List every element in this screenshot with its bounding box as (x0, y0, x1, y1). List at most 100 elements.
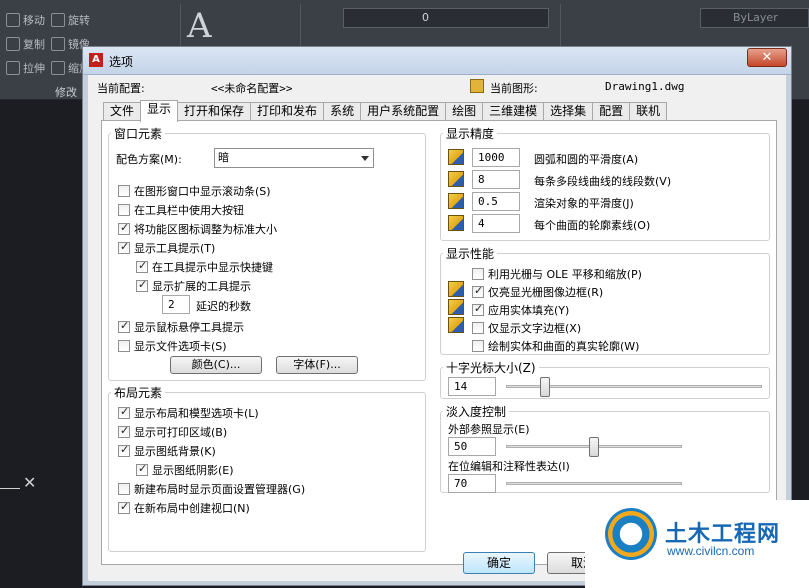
create-viewport-checkbox-row[interactable]: 在新布局中创建视口(N) (118, 500, 250, 516)
solid-fill-checkbox-row[interactable]: 应用实体填充(Y) (472, 302, 569, 318)
printable-area-checkbox[interactable] (118, 424, 130, 438)
raster-frame-checkbox[interactable] (472, 284, 484, 298)
move-button[interactable]: 移动 (6, 12, 45, 28)
paper-shadow-checkbox[interactable] (136, 462, 148, 476)
ok-button[interactable]: 确定 (463, 552, 535, 574)
tab-3d-modeling[interactable]: 三维建模 (482, 102, 545, 121)
raster-ole-checkbox-row[interactable]: 利用光栅与 OLE 平移和缩放(P) (472, 266, 642, 282)
arc-smoothness-input[interactable]: 1000 (472, 148, 520, 167)
current-drawing-label: 当前图形: (490, 82, 538, 95)
text-boundary-checkbox[interactable] (472, 322, 484, 334)
printable-area-checkbox-row[interactable]: 显示可打印区域(B) (118, 424, 227, 440)
xref-display-label: 外部参照显示(E) (448, 423, 530, 436)
copy-button[interactable]: 复制 (6, 36, 45, 52)
tab-online[interactable]: 联机 (629, 102, 668, 121)
display-tab-page: 窗口元素 配色方案(M): 暗 在图形窗口中显示滚动条(S) 在工具栏中使用大按… (101, 120, 777, 565)
delay-seconds-input[interactable]: 2 (162, 295, 190, 314)
resize-ribbon-icons-checkbox[interactable] (118, 221, 130, 235)
large-buttons-checkbox[interactable] (118, 204, 130, 216)
xref-fade-slider[interactable] (589, 437, 599, 457)
show-tooltips-checkbox[interactable] (118, 240, 130, 254)
dialog-title: 选项 (109, 55, 134, 69)
civilcn-logo-icon (605, 508, 657, 560)
crosshair-size-input[interactable]: 14 (448, 377, 496, 396)
contour-lines-input[interactable]: 4 (472, 214, 520, 233)
rotate-button[interactable]: 旋转 (51, 12, 90, 28)
text-boundary-checkbox-row[interactable]: 仅显示文字边框(X) (472, 320, 581, 336)
true-silhouettes-checkbox-row[interactable]: 绘制实体和曲面的真实轮廓(W) (472, 338, 639, 354)
color-scheme-select[interactable]: 暗 (214, 148, 374, 168)
stretch-icon (6, 61, 20, 75)
ribbon-row-1: 移动 旋转 (6, 12, 90, 28)
true-silhouettes-checkbox[interactable] (472, 340, 484, 352)
raster-ole-checkbox[interactable] (472, 268, 484, 280)
file-tabs-checkbox[interactable] (118, 340, 130, 352)
page-setup-manager-checkbox[interactable] (118, 483, 130, 495)
paper-background-checkbox-row[interactable]: 显示图纸背景(K) (118, 443, 216, 459)
tab-drafting[interactable]: 绘图 (445, 102, 484, 121)
rendered-smoothness-label: 渲染对象的平滑度(J) (534, 197, 634, 210)
solid-fill-checkbox[interactable] (472, 302, 484, 316)
inplace-edit-label: 在位编辑和注释性表达(I) (448, 460, 570, 473)
paper-background-checkbox[interactable] (118, 443, 130, 457)
text-tool-icon[interactable]: A (187, 6, 212, 46)
fonts-button[interactable]: 字体(F)... (276, 356, 358, 374)
tab-plot-publish[interactable]: 打印和发布 (250, 102, 325, 121)
extended-tooltips-checkbox-row[interactable]: 显示扩展的工具提示 (136, 278, 251, 294)
paper-shadow-checkbox-row[interactable]: 显示图纸阴影(E) (136, 462, 234, 478)
current-profile-label: 当前配置: (97, 82, 145, 95)
ribbon-row-2: 复制 镜像 (6, 36, 90, 52)
copy-icon (6, 37, 20, 51)
shortcut-keys-checkbox[interactable] (136, 259, 148, 273)
shortcut-keys-checkbox-row[interactable]: 在工具提示中显示快捷键 (136, 259, 273, 275)
colors-button[interactable]: 颜色(C)... (170, 356, 262, 374)
modify-panel-label: 修改 (55, 86, 77, 99)
tab-open-save[interactable]: 打开和保存 (177, 102, 252, 121)
display-resolution-legend: 显示精度 (446, 127, 495, 141)
tab-user-preferences[interactable]: 用户系统配置 (360, 102, 447, 121)
xref-display-input[interactable]: 50 (448, 437, 496, 456)
drawing-file-icon (470, 79, 484, 93)
layout-elements-legend: 布局元素 (114, 386, 163, 400)
crosshair-size-legend: 十字光标大小(Z) (446, 361, 536, 375)
file-tabs-checkbox-row[interactable]: 显示文件选项卡(S) (118, 338, 227, 354)
crosshair-size-slider[interactable] (540, 377, 551, 397)
rollover-tooltips-checkbox[interactable] (118, 319, 130, 333)
create-viewport-checkbox[interactable] (118, 500, 130, 514)
layer-dropdown[interactable]: 0 (343, 8, 549, 28)
autocad-logo-icon: A (89, 53, 103, 67)
layout-model-tabs-checkbox[interactable] (118, 405, 130, 419)
tab-profiles[interactable]: 配置 (592, 102, 631, 121)
tab-files[interactable]: 文件 (103, 102, 142, 121)
scrollbars-checkbox[interactable] (118, 185, 130, 197)
stretch-button[interactable]: 拉伸 (6, 60, 45, 76)
layout-model-tabs-checkbox-row[interactable]: 显示布局和模型选项卡(L) (118, 405, 259, 421)
current-drawing-value: Drawing1.dwg (605, 80, 685, 93)
scrollbars-checkbox-row[interactable]: 在图形窗口中显示滚动条(S) (118, 183, 271, 199)
inplace-edit-input[interactable]: 70 (448, 474, 496, 493)
drawing-saved-icon (448, 171, 464, 187)
drawing-saved-icon (448, 317, 464, 333)
mirror-icon (51, 37, 65, 51)
bylayer-dropdown[interactable]: ByLayer (700, 8, 809, 28)
rotate-icon (51, 13, 65, 27)
tab-display[interactable]: 显示 (140, 100, 179, 122)
dialog-titlebar[interactable]: A 选项 ✕ (83, 47, 791, 75)
inplace-fade-slider-track[interactable] (506, 482, 682, 485)
large-buttons-checkbox-row[interactable]: 在工具栏中使用大按钮 (118, 202, 244, 218)
tab-selection[interactable]: 选择集 (543, 102, 594, 121)
polyline-segments-input[interactable]: 8 (472, 170, 520, 189)
show-tooltips-checkbox-row[interactable]: 显示工具提示(T) (118, 240, 215, 256)
drawing-saved-icon (448, 299, 464, 315)
cad-crosshair (0, 488, 20, 489)
raster-frame-checkbox-row[interactable]: 仅亮显光栅图像边框(R) (472, 284, 603, 300)
page-setup-manager-checkbox-row[interactable]: 新建布局时显示页面设置管理器(G) (118, 481, 305, 497)
resize-ribbon-icons-checkbox-row[interactable]: 将功能区图标调整为标准大小 (118, 221, 277, 237)
rendered-smoothness-input[interactable]: 0.5 (472, 192, 520, 211)
tab-system[interactable]: 系统 (323, 102, 362, 121)
fade-control-legend: 淡入度控制 (446, 405, 507, 419)
rollover-tooltips-checkbox-row[interactable]: 显示鼠标悬停工具提示 (118, 319, 244, 335)
close-button[interactable]: ✕ (747, 48, 787, 67)
extended-tooltips-checkbox[interactable] (136, 278, 148, 292)
watermark-url: www.civilcn.com (667, 544, 755, 558)
